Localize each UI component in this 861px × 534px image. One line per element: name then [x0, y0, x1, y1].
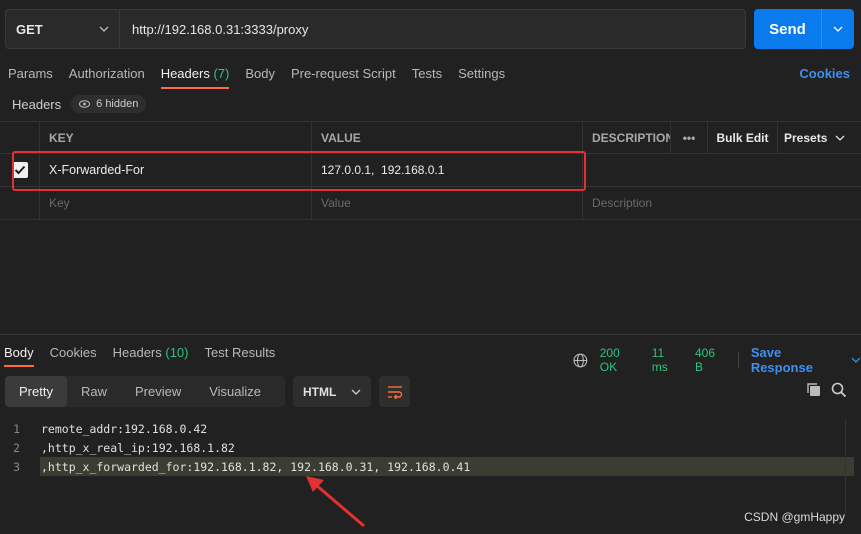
hidden-count-label: 6 hidden	[96, 98, 139, 110]
url-input[interactable]: http://192.168.0.31:3333/proxy	[120, 10, 745, 48]
tab-label: Test Results	[204, 345, 276, 360]
headers-section-header: Headers 6 hidden	[12, 95, 147, 113]
header-description-input[interactable]	[583, 154, 861, 186]
presets-label: Presets	[784, 130, 828, 145]
response-tab-test-results[interactable]: Test Results	[205, 337, 276, 367]
response-body-editor[interactable]: 1 remote_addr:192.168.0.42 2 ,http_x_rea…	[0, 419, 861, 476]
tab-headers[interactable]: Headers (7)	[160, 60, 230, 90]
annotation-arrow	[306, 476, 365, 528]
headers-title: Headers	[12, 96, 62, 112]
response-size[interactable]: 406 B	[695, 346, 726, 374]
table-row: X-Forwarded-For 127.0.0.1, 192.168.0.1	[0, 154, 861, 187]
method-select[interactable]: GET	[6, 10, 120, 48]
chevron-down-icon	[99, 26, 109, 32]
tab-label: Tests	[411, 66, 443, 81]
wrap-lines-button[interactable]	[379, 376, 410, 407]
send-options-button[interactable]	[822, 9, 854, 49]
view-visualize-button[interactable]: Visualize	[195, 376, 275, 407]
check-icon	[11, 162, 28, 178]
format-label: HTML	[303, 384, 337, 399]
save-response-button[interactable]: Save Response	[751, 345, 861, 375]
pane-divider[interactable]	[0, 334, 861, 335]
response-time[interactable]: 11 ms	[652, 346, 683, 374]
table-header-row: KEY VALUE DESCRIPTION ••• Bulk Edit Pres…	[0, 121, 861, 154]
status-code[interactable]: 200 OK	[600, 346, 640, 374]
presets-dropdown[interactable]: Presets	[778, 122, 861, 153]
tab-label: Body	[245, 66, 275, 81]
view-mode-toolbar: Pretty Raw Preview Visualize	[5, 376, 285, 407]
new-key-input[interactable]: Key	[40, 187, 312, 219]
chevron-down-icon	[851, 357, 861, 363]
tab-label: Settings	[458, 66, 506, 81]
chevron-down-icon	[833, 26, 843, 32]
send-button[interactable]: Send	[754, 9, 822, 49]
tab-params[interactable]: Params	[8, 60, 53, 90]
row-enable-checkbox[interactable]	[0, 154, 40, 186]
wrap-lines-icon	[387, 385, 402, 399]
checkbox-column-header	[0, 122, 40, 153]
line-text: remote_addr:192.168.0.42	[41, 421, 208, 436]
request-tabs: Params Authorization Headers (7) Body Pr…	[0, 60, 861, 90]
header-value-input[interactable]: 127.0.0.1, 192.168.0.1	[312, 154, 583, 186]
header-key-input[interactable]: X-Forwarded-For	[40, 154, 312, 186]
line-number: 3	[13, 459, 20, 474]
bulk-edit-button[interactable]: Bulk Edit	[708, 122, 778, 153]
divider	[737, 352, 739, 368]
send-button-group: Send	[754, 9, 854, 49]
tab-label: Pre-request Script	[290, 66, 396, 81]
hidden-headers-toggle[interactable]: 6 hidden	[71, 95, 147, 113]
headers-count: (7)	[213, 66, 230, 81]
response-tab-headers[interactable]: Headers (10)	[113, 337, 189, 367]
value-column-header: VALUE	[312, 122, 583, 153]
view-preview-button[interactable]: Preview	[121, 376, 195, 407]
more-options-button[interactable]: •••	[671, 122, 708, 153]
tab-label: Authorization	[68, 66, 145, 81]
response-headers-count: (10)	[165, 345, 189, 360]
tab-body[interactable]: Body	[245, 60, 275, 90]
tab-settings[interactable]: Settings	[458, 60, 505, 90]
code-line: 1 remote_addr:192.168.0.42	[0, 419, 861, 438]
tab-label: Headers	[160, 66, 210, 81]
tab-label: Cookies	[49, 345, 97, 360]
url-text: http://192.168.0.31:3333/proxy	[132, 21, 309, 37]
method-label: GET	[16, 21, 43, 37]
request-bar: GET http://192.168.0.31:3333/proxy	[5, 9, 746, 49]
tab-tests[interactable]: Tests	[412, 60, 442, 90]
tab-label: Params	[8, 66, 53, 81]
format-select[interactable]: HTML	[293, 376, 371, 407]
watermark: CSDN @gmHappy	[744, 510, 845, 524]
line-text: ,http_x_real_ip:192.168.1.82	[41, 440, 235, 455]
editor-scrollbar[interactable]	[845, 419, 861, 514]
key-column-header: KEY	[40, 122, 312, 153]
chevron-down-icon	[835, 135, 845, 141]
code-line: 2 ,http_x_real_ip:192.168.1.82	[0, 438, 861, 457]
tab-label: Body	[4, 345, 34, 360]
response-tab-cookies[interactable]: Cookies	[50, 337, 97, 367]
line-number: 1	[13, 421, 20, 436]
search-icon[interactable]	[831, 382, 847, 401]
tab-pre-request-script[interactable]: Pre-request Script	[291, 60, 396, 90]
description-column-header: DESCRIPTION	[583, 122, 671, 153]
headers-table: KEY VALUE DESCRIPTION ••• Bulk Edit Pres…	[0, 121, 861, 220]
new-value-input[interactable]: Value	[312, 187, 583, 219]
save-response-label: Save Response	[750, 345, 813, 375]
new-description-input[interactable]: Description	[583, 187, 861, 219]
tab-authorization[interactable]: Authorization	[69, 60, 145, 90]
empty-checkbox-cell	[0, 187, 40, 219]
table-row-empty: Key Value Description	[0, 187, 861, 220]
view-raw-button[interactable]: Raw	[67, 376, 121, 407]
cookies-link[interactable]: Cookies	[799, 66, 850, 81]
chevron-down-icon	[351, 389, 361, 395]
response-tab-body[interactable]: Body	[4, 337, 34, 367]
view-pretty-button[interactable]: Pretty	[5, 376, 67, 407]
globe-icon[interactable]	[573, 353, 588, 368]
response-status-bar: 200 OK 11 ms 406 B Save Response	[573, 345, 861, 375]
tab-label: Headers	[112, 345, 162, 360]
copy-icon[interactable]	[806, 382, 822, 401]
eye-icon	[79, 100, 91, 108]
line-number: 2	[13, 440, 20, 455]
line-text: ,http_x_forwarded_for:192.168.1.82, 192.…	[40, 457, 854, 476]
code-line-highlighted: 3 ,http_x_forwarded_for:192.168.1.82, 19…	[0, 457, 861, 476]
